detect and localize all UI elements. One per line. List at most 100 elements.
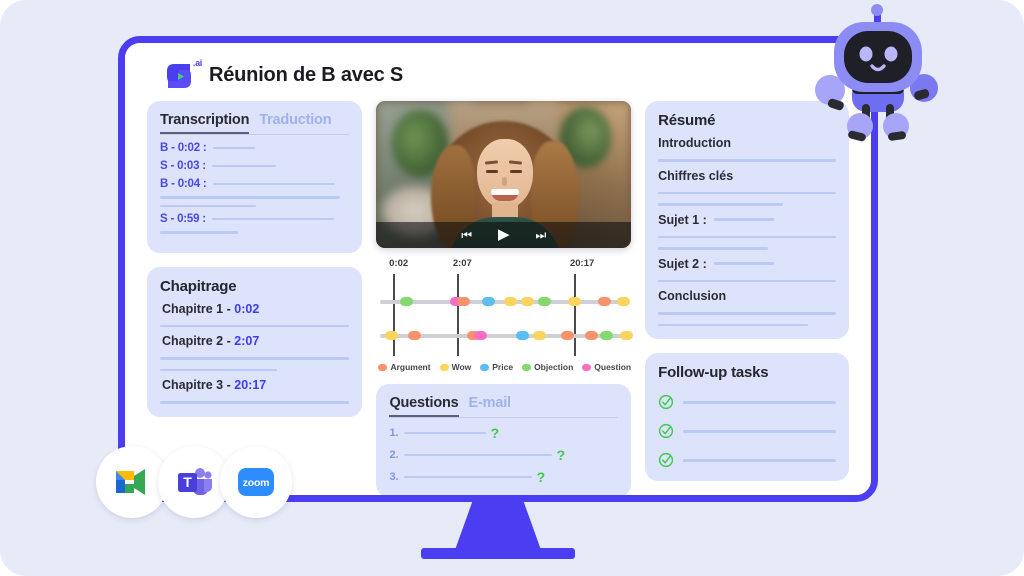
resume-section-heading: Introduction [658, 136, 836, 150]
transcription-tab-divider [160, 134, 350, 135]
tab-traduction[interactable]: Traduction [259, 112, 331, 132]
timeline-marker-line [456, 273, 459, 356]
timeline-event-dot[interactable] [474, 331, 488, 341]
resume-heading-text: Sujet 1 : [658, 212, 707, 227]
chapter-placeholder-line [160, 368, 278, 371]
timeline-event-dot[interactable] [503, 297, 517, 307]
task-placeholder-line [683, 400, 836, 404]
transcript-row [160, 196, 349, 199]
resume-placeholder-line [658, 323, 808, 326]
legend-item: Price [480, 362, 513, 372]
question-mark-icon: ? [556, 447, 566, 463]
play-icon[interactable]: ▶ [498, 227, 510, 242]
timeline-event-dot[interactable] [481, 297, 495, 307]
transcript-row [160, 204, 349, 207]
followup-tasks-card: Follow-up tasks [645, 353, 849, 481]
video-player[interactable]: ⏮ ▶ ⏭ [376, 101, 632, 248]
chapitrage-card: Chapitrage Chapitre 1 - 0:02 Chapitre 2 -… [147, 266, 363, 417]
chapter-row[interactable]: Chapitre 3 - 20:17 [162, 378, 349, 392]
chapter-placeholder-line [160, 324, 350, 327]
transcript-row: S - 0:59 : [160, 213, 349, 225]
transcript-placeholder-line [160, 196, 340, 199]
tab-transcription[interactable]: Transcription [160, 112, 249, 134]
transcript-speaker-time: S - 0:03 : [160, 160, 206, 172]
check-circle-icon[interactable] [658, 423, 674, 439]
next-icon[interactable]: ⏭ [536, 229, 547, 241]
timeline-event-dot[interactable] [407, 331, 421, 341]
dashboard-columns: Transcription Traduction B - 0:02 : S - 0… [141, 93, 855, 495]
chapter-row[interactable]: Chapitre 1 - 0:02 [162, 302, 349, 316]
video-controls: ⏮ ▶ ⏭ [376, 221, 632, 248]
transcript-row [160, 231, 349, 234]
check-circle-icon[interactable] [658, 452, 674, 468]
chapter-time: 0:02 [234, 301, 260, 316]
logo-ai-suffix: .ai [192, 58, 202, 68]
task-row[interactable] [658, 452, 836, 468]
leexi-logo-icon: .ai [165, 58, 202, 90]
chapter-name: Chapitre 3 - [162, 378, 235, 392]
tab-email[interactable]: E-mail [469, 395, 512, 415]
legend-item: Wow [439, 362, 471, 372]
legend-item: Argument [378, 362, 431, 372]
event-timeline[interactable]: 0:02 2:07 20:17 [376, 257, 633, 358]
timeline-event-dot[interactable] [597, 297, 611, 307]
zoom-icon[interactable]: zoom [220, 446, 292, 518]
timeline-event-dot[interactable] [538, 297, 552, 307]
chapter-time: 2:07 [234, 334, 260, 348]
chapitrage-title: Chapitrage [160, 277, 237, 295]
monitor-frame: .ai Réunion de B avec S Transcription Tr… [118, 36, 878, 502]
transcript-speaker-time: B - 0:04 : [160, 178, 207, 190]
monitor-stand-base [421, 548, 575, 559]
resume-placeholder-line [658, 235, 836, 238]
tab-questions[interactable]: Questions [389, 395, 459, 417]
resume-heading-text: Chiffres clés [658, 168, 734, 183]
timeline-event-dot[interactable] [560, 331, 574, 341]
questions-card: Questions E-mail 1.? 2.? 3.? [376, 384, 632, 495]
chapter-row[interactable]: Chapitre 2 - 2:07 [162, 334, 349, 348]
track-upper[interactable] [380, 297, 631, 307]
legend-color-swatch [378, 363, 388, 371]
legend-label: Question [594, 362, 632, 372]
previous-icon[interactable]: ⏮ [461, 229, 472, 241]
timeline-event-dot[interactable] [619, 331, 633, 341]
timeline-event-dot[interactable] [567, 297, 581, 307]
timeline-event-dot[interactable] [521, 297, 535, 307]
timeline-marker-line [573, 273, 576, 356]
check-circle-icon[interactable] [658, 394, 674, 410]
timeline-event-dot[interactable] [617, 297, 631, 307]
left-column: Transcription Traduction B - 0:02 : S - 0… [147, 101, 363, 495]
question-number: 3. [389, 471, 399, 483]
timeline-marker-line [393, 273, 396, 356]
track-lower[interactable] [380, 331, 633, 341]
chapter-name: Chapitre 2 - [162, 334, 235, 348]
legend-label: Price [492, 362, 514, 372]
questions-list: 1.? 2.? 3.? [389, 426, 618, 484]
resume-placeholder-line [658, 279, 836, 282]
task-row[interactable] [658, 394, 836, 410]
transcript-speaker-time: S - 0:59 : [160, 213, 206, 225]
resume-section-heading: Sujet 2 : [658, 257, 836, 271]
transcription-tabs: Transcription Traduction [160, 112, 349, 134]
app-header: .ai Réunion de B avec S [141, 57, 855, 93]
timeline-event-dot[interactable] [400, 297, 414, 307]
resume-placeholder-line [658, 191, 836, 194]
timeline-event-dot[interactable] [385, 331, 399, 341]
question-mark-icon: ? [490, 425, 500, 441]
timeline-event-dot[interactable] [599, 331, 613, 341]
middle-column: ⏮ ▶ ⏭ 0:02 2:07 20:17 Argument Wow Price Obje… [376, 101, 633, 495]
question-number: 1. [389, 427, 399, 439]
transcription-card: Transcription Traduction B - 0:02 : S - 0… [147, 101, 363, 253]
page-backdrop: .ai Réunion de B avec S Transcription Tr… [0, 0, 1024, 576]
logo-mark-icon [167, 64, 191, 88]
followup-tasks-title: Follow-up tasks [658, 364, 769, 381]
timeline-event-dot[interactable] [516, 331, 530, 341]
legend-color-swatch [439, 363, 449, 371]
questions-tabs: Questions E-mail [389, 395, 618, 417]
task-row[interactable] [658, 423, 836, 439]
timeline-event-dot[interactable] [533, 331, 547, 341]
question-row: 2.? [389, 448, 618, 462]
timeline-event-dot[interactable] [456, 297, 470, 307]
timeline-event-dot[interactable] [585, 331, 599, 341]
timeline-tick-label: 20:17 [569, 257, 595, 269]
chapter-placeholder-line [160, 357, 350, 360]
